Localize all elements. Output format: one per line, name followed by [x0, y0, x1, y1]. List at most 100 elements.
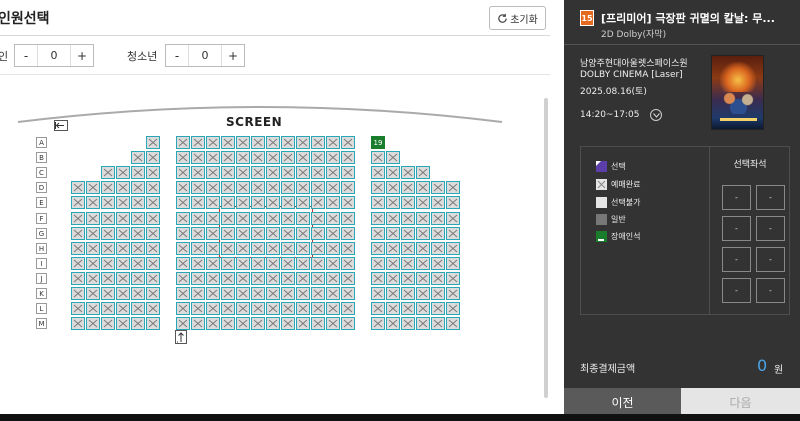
seat-e[interactable]: [446, 196, 460, 209]
seat-l[interactable]: [416, 302, 430, 315]
seat-m[interactable]: [71, 317, 85, 330]
seat-l[interactable]: [251, 302, 265, 315]
seat-f[interactable]: [146, 212, 160, 225]
seat-l[interactable]: [296, 302, 310, 315]
seat-k[interactable]: [311, 287, 325, 300]
seatmap-scrollbar[interactable]: [544, 98, 548, 398]
seat-b[interactable]: [281, 151, 295, 164]
seat-l[interactable]: [371, 302, 385, 315]
seat-e[interactable]: [326, 196, 340, 209]
seat-b[interactable]: [221, 151, 235, 164]
seat-c[interactable]: [116, 166, 130, 179]
seat-d[interactable]: [146, 181, 160, 194]
seat-k[interactable]: [401, 287, 415, 300]
seat-f[interactable]: [221, 212, 235, 225]
seat-a[interactable]: [236, 136, 250, 149]
seat-l[interactable]: [206, 302, 220, 315]
seat-m[interactable]: [326, 317, 340, 330]
seat-m[interactable]: [371, 317, 385, 330]
adult-plus-button[interactable]: +: [71, 45, 93, 66]
seat-k[interactable]: [101, 287, 115, 300]
seat-f[interactable]: [326, 212, 340, 225]
previous-button[interactable]: 이전: [564, 388, 681, 417]
seat-i[interactable]: [176, 257, 190, 270]
seat-a[interactable]: [311, 136, 325, 149]
seat-i[interactable]: [86, 257, 100, 270]
seat-l[interactable]: [326, 302, 340, 315]
seat-k[interactable]: [131, 287, 145, 300]
seat-b[interactable]: [146, 151, 160, 164]
seat-e[interactable]: [341, 196, 355, 209]
seat-m[interactable]: [101, 317, 115, 330]
seat-d[interactable]: [431, 181, 445, 194]
seat-j[interactable]: [371, 272, 385, 285]
seat-b[interactable]: [206, 151, 220, 164]
seat-d[interactable]: [176, 181, 190, 194]
seat-e[interactable]: [116, 196, 130, 209]
seat-k[interactable]: [326, 287, 340, 300]
seat-a[interactable]: [206, 136, 220, 149]
adult-minus-button[interactable]: -: [15, 45, 37, 66]
seat-e[interactable]: [86, 196, 100, 209]
seat-h[interactable]: [71, 242, 85, 255]
seat-g[interactable]: [71, 227, 85, 240]
seat-m[interactable]: [266, 317, 280, 330]
seat-c[interactable]: [176, 166, 190, 179]
seat-c[interactable]: [131, 166, 145, 179]
seat-j[interactable]: [206, 272, 220, 285]
seat-h[interactable]: [386, 242, 400, 255]
seat-b[interactable]: [236, 151, 250, 164]
seat-m[interactable]: [221, 317, 235, 330]
seat-l[interactable]: [101, 302, 115, 315]
seat-m[interactable]: [176, 317, 190, 330]
seat-f[interactable]: [296, 212, 310, 225]
seat-f[interactable]: [431, 212, 445, 225]
seat-c[interactable]: [311, 166, 325, 179]
seat-k[interactable]: [446, 287, 460, 300]
seat-h[interactable]: [281, 242, 295, 255]
seat-c[interactable]: [191, 166, 205, 179]
seat-g[interactable]: [416, 227, 430, 240]
seat-d[interactable]: [341, 181, 355, 194]
seat-e[interactable]: [221, 196, 235, 209]
seat-c[interactable]: [371, 166, 385, 179]
seat-h[interactable]: [446, 242, 460, 255]
seat-i[interactable]: [146, 257, 160, 270]
seat-j[interactable]: [326, 272, 340, 285]
seat-j[interactable]: [221, 272, 235, 285]
seat-b[interactable]: [326, 151, 340, 164]
seat-j[interactable]: [176, 272, 190, 285]
seat-e[interactable]: [386, 196, 400, 209]
seat-e[interactable]: [146, 196, 160, 209]
seat-h[interactable]: [221, 242, 235, 255]
seat-l[interactable]: [146, 302, 160, 315]
seat-c[interactable]: [281, 166, 295, 179]
seat-j[interactable]: [116, 272, 130, 285]
seat-g[interactable]: [131, 227, 145, 240]
seat-h[interactable]: [251, 242, 265, 255]
seat-g[interactable]: [401, 227, 415, 240]
seat-g[interactable]: [446, 227, 460, 240]
seat-e[interactable]: [236, 196, 250, 209]
seat-b[interactable]: [386, 151, 400, 164]
seat-i[interactable]: [236, 257, 250, 270]
seat-h[interactable]: [86, 242, 100, 255]
seat-f[interactable]: [191, 212, 205, 225]
seat-e[interactable]: [176, 196, 190, 209]
seat-g[interactable]: [386, 227, 400, 240]
seat-c[interactable]: [221, 166, 235, 179]
seat-i[interactable]: [311, 257, 325, 270]
seat-i[interactable]: [251, 257, 265, 270]
seat-m[interactable]: [311, 317, 325, 330]
seat-d[interactable]: [296, 181, 310, 194]
seat-b[interactable]: [191, 151, 205, 164]
seat-g[interactable]: [101, 227, 115, 240]
seat-h[interactable]: [206, 242, 220, 255]
seat-e[interactable]: [416, 196, 430, 209]
seat-m[interactable]: [131, 317, 145, 330]
seat-l[interactable]: [191, 302, 205, 315]
seat-b[interactable]: [131, 151, 145, 164]
seat-d[interactable]: [251, 181, 265, 194]
seat-f[interactable]: [371, 212, 385, 225]
seat-k[interactable]: [191, 287, 205, 300]
